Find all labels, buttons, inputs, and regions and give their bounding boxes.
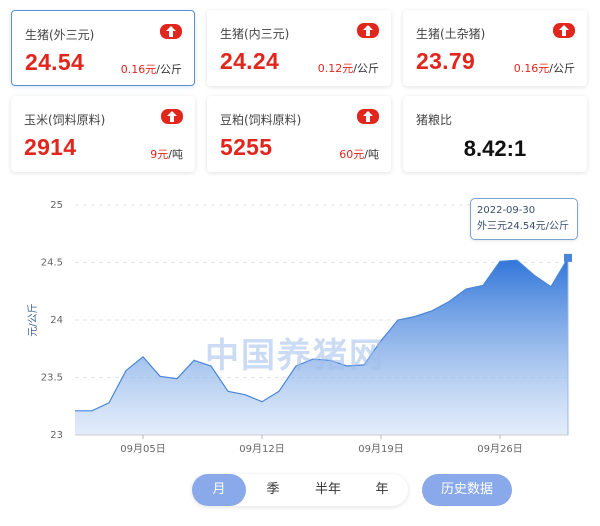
y-tick-label: 23.5 xyxy=(41,373,63,384)
card-pig-waisanyuan[interactable]: 生猪(外三元) 24.54 0.16元/公斤 xyxy=(11,10,195,86)
x-tick-label: 09月26日 xyxy=(477,443,522,455)
arrow-up-icon xyxy=(160,24,182,39)
card-price: 24.24 xyxy=(220,48,280,74)
card-soybean-meal[interactable]: 豆粕(饲料原料) 5255 60元/吨 xyxy=(207,96,391,172)
card-change: 0.16元/公斤 xyxy=(120,63,182,76)
data-point xyxy=(73,409,77,413)
data-point xyxy=(515,258,519,262)
data-point xyxy=(107,401,111,405)
card-price: 24.54 xyxy=(25,49,85,75)
data-point xyxy=(141,355,145,359)
period-selector: 月 季 半年 年 xyxy=(192,474,408,506)
card-change: 9元/吨 xyxy=(150,148,183,161)
card-label: 玉米(饲料原料) xyxy=(24,113,106,127)
y-axis-label: 元/公斤 xyxy=(27,303,39,336)
card-price: 2914 xyxy=(24,134,77,160)
data-point xyxy=(430,309,434,313)
data-point xyxy=(175,377,179,381)
tooltip-date: 2022-09-30 xyxy=(477,205,536,216)
card-change: 0.12元/公斤 xyxy=(317,62,379,75)
x-tick-label: 09月19日 xyxy=(358,443,403,455)
data-point xyxy=(260,400,264,404)
chart-tooltip: 2022-09-30 外三元24.54元/公斤 xyxy=(470,198,578,240)
arrow-up-icon xyxy=(161,109,183,124)
period-halfyear-button[interactable]: 半年 xyxy=(300,474,356,506)
data-point xyxy=(549,285,553,289)
data-point xyxy=(124,369,128,373)
y-tick-label: 23 xyxy=(50,430,63,441)
card-label: 生猪(外三元) xyxy=(25,28,95,42)
card-pig-tuzazhu[interactable]: 生猪(土杂猪) 23.79 0.16元/公斤 xyxy=(403,10,587,86)
y-tick-label: 24.5 xyxy=(41,258,63,269)
data-point xyxy=(243,393,247,397)
data-point xyxy=(396,318,400,322)
y-tick-label: 25 xyxy=(50,200,63,211)
y-tick-label: 24 xyxy=(50,315,63,326)
data-point xyxy=(158,374,162,378)
data-point xyxy=(226,389,230,393)
tooltip-text: 外三元24.54元/公斤 xyxy=(477,221,569,232)
card-change: 60元/吨 xyxy=(339,148,379,161)
arrow-up-icon xyxy=(553,23,575,38)
period-year-button[interactable]: 年 xyxy=(356,474,408,506)
card-label: 猪粮比 xyxy=(416,113,453,127)
ratio-value: 8.42:1 xyxy=(463,136,527,161)
card-label: 豆粕(饲料原料) xyxy=(220,113,302,127)
data-point xyxy=(498,259,502,263)
watermark: 中国养猪网 xyxy=(205,336,385,376)
card-price: 23.79 xyxy=(416,48,476,74)
period-month-button[interactable]: 月 xyxy=(192,474,246,506)
data-point xyxy=(413,315,417,319)
card-pig-neisanyuan[interactable]: 生猪(内三元) 24.24 0.12元/公斤 xyxy=(207,10,391,86)
history-data-button[interactable]: 历史数据 xyxy=(422,474,512,506)
card-label: 生猪(土杂猪) xyxy=(416,27,486,41)
data-point xyxy=(481,284,485,288)
card-pig-grain-ratio[interactable]: 猪粮比 8.42:1 xyxy=(403,96,587,172)
card-corn[interactable]: 玉米(饲料原料) 2914 9元/吨 xyxy=(11,96,195,172)
data-point xyxy=(277,389,281,393)
card-label: 生猪(内三元) xyxy=(220,27,290,41)
data-point xyxy=(192,358,196,362)
arrow-up-icon xyxy=(357,109,379,124)
data-point xyxy=(90,409,94,413)
arrow-up-icon xyxy=(357,23,379,38)
period-quarter-button[interactable]: 季 xyxy=(246,474,300,506)
data-point xyxy=(464,287,468,291)
card-price: 5255 xyxy=(220,134,273,160)
data-point xyxy=(447,300,451,304)
card-change: 0.16元/公斤 xyxy=(513,62,575,75)
data-point xyxy=(532,273,536,277)
x-tick-label: 09月05日 xyxy=(120,443,165,455)
x-tick-label: 09月12日 xyxy=(239,443,284,455)
highlight-point xyxy=(564,253,572,262)
